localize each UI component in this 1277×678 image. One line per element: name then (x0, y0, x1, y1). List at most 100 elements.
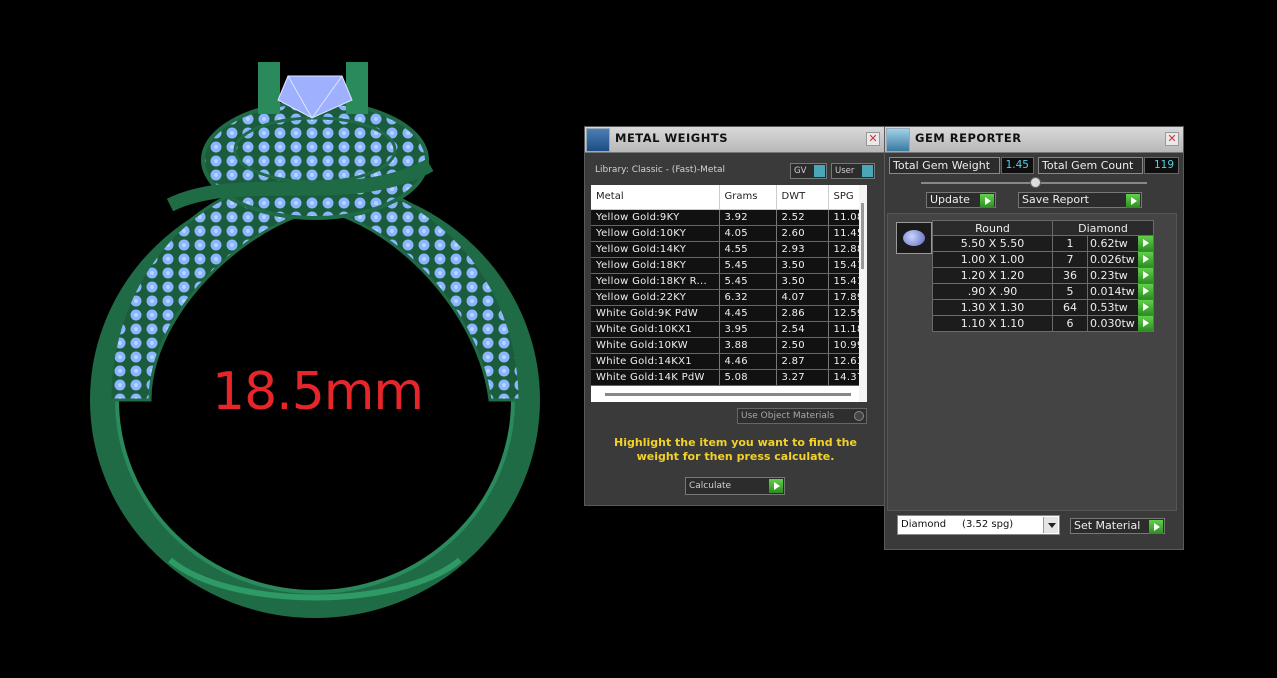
gem-table: Round Diamond 5.50 X 5.50 1 0.62tw 1.00 X … (932, 220, 1154, 332)
gem-weight: 0.026tw (1090, 253, 1135, 266)
gem-count: 36 (1052, 267, 1088, 284)
vertical-scrollbar[interactable] (859, 185, 867, 402)
spg: 11.45 (828, 225, 860, 242)
ring-size-label: 18.5mm (212, 362, 424, 422)
metal-list[interactable]: Metal Grams DWT SPG Yellow Gold:9KY 3.92 2… (591, 185, 867, 402)
save-report-button[interactable]: Save Report (1018, 192, 1142, 208)
gem-weight: 0.23tw (1090, 269, 1128, 282)
play-arrow-icon (980, 194, 994, 208)
metal-weights-icon (586, 128, 610, 152)
select-arrow-icon[interactable] (1138, 252, 1153, 267)
save-report-label: Save Report (1022, 193, 1089, 206)
chevron-down-icon[interactable] (1043, 517, 1058, 533)
update-button[interactable]: Update (926, 192, 996, 208)
grams: 4.55 (719, 241, 777, 258)
gem-thumbnail[interactable] (896, 222, 932, 254)
grams: 5.08 (719, 369, 777, 386)
table-row[interactable]: 5.50 X 5.50 1 0.62tw (932, 235, 1154, 252)
spg: 11.18 (828, 321, 860, 338)
gem-weight-cell: 0.53tw (1087, 299, 1154, 316)
select-arrow-icon[interactable] (1138, 316, 1153, 331)
material-dropdown[interactable]: Diamond (3.52 spg) (897, 515, 1060, 535)
gem-size: 1.10 X 1.10 (932, 315, 1053, 332)
dwt: 2.87 (776, 353, 829, 370)
table-row[interactable]: Yellow Gold:18KY R...5.453.5015.41 (591, 273, 860, 290)
gem-weight-cell: 0.23tw (1087, 267, 1154, 284)
scrollbar-thumb[interactable] (861, 203, 864, 269)
metal-name: Yellow Gold:9KY (591, 209, 720, 226)
table-row[interactable]: 1.00 X 1.00 7 0.026tw (932, 251, 1154, 268)
select-arrow-icon[interactable] (1138, 284, 1153, 299)
calculate-button[interactable]: Calculate (685, 477, 785, 495)
metal-name: White Gold:14K PdW (591, 369, 720, 386)
column-header-grams[interactable]: Grams (719, 185, 777, 210)
gem-size: 1.20 X 1.20 (932, 267, 1053, 284)
column-header-metal[interactable]: Metal (591, 185, 720, 210)
panel-splitter[interactable] (921, 177, 1147, 188)
radio-icon[interactable] (854, 411, 864, 421)
round-diamond-icon (903, 230, 925, 246)
column-header-spg[interactable]: SPG (828, 185, 860, 210)
close-icon[interactable]: ✕ (866, 132, 880, 146)
table-row[interactable]: Yellow Gold:18KY5.453.5015.41 (591, 257, 860, 274)
gem-reporter-title: GEM REPORTER (915, 131, 1022, 145)
gem-weight: 0.014tw (1090, 285, 1135, 298)
dwt: 2.52 (776, 209, 829, 226)
table-row[interactable]: White Gold:14K PdW5.083.2714.37 (591, 369, 860, 386)
table-row[interactable]: 1.30 X 1.30 64 0.53tw (932, 299, 1154, 316)
column-header-dwt[interactable]: DWT (776, 185, 829, 210)
table-row[interactable]: Yellow Gold:9KY3.922.5211.08 (591, 209, 860, 226)
spg: 11.08 (828, 209, 860, 226)
total-gem-count-value: 119 (1144, 157, 1179, 174)
spg: 15.41 (828, 273, 860, 290)
set-material-button[interactable]: Set Material (1070, 518, 1165, 534)
dwt: 2.54 (776, 321, 829, 338)
gem-weight: 0.030tw (1090, 317, 1135, 330)
table-row[interactable]: White Gold:9K PdW4.452.8612.59 (591, 305, 860, 322)
instruction-text: Highlight the item you want to find the … (614, 436, 857, 463)
dwt: 2.93 (776, 241, 829, 258)
total-gem-count-label: Total Gem Count (1038, 157, 1143, 174)
use-object-materials-option[interactable]: Use Object Materials (737, 408, 867, 424)
horizontal-scrollbar[interactable] (605, 393, 851, 396)
splitter-handle-icon[interactable] (1030, 177, 1041, 188)
metal-name: White Gold:9K PdW (591, 305, 720, 322)
total-gem-weight-value: 1.45 (1001, 157, 1034, 174)
metal-weights-titlebar[interactable]: METAL WEIGHTS ✕ (585, 127, 884, 153)
metal-table: Metal Grams DWT SPG Yellow Gold:9KY 3.92 2… (591, 185, 860, 386)
table-row[interactable]: Yellow Gold:10KY4.052.6011.45 (591, 225, 860, 242)
user-toggle-label: User (835, 166, 855, 176)
table-row[interactable]: White Gold:10KW3.882.5010.99 (591, 337, 860, 354)
table-row[interactable]: White Gold:10KX13.952.5411.18 (591, 321, 860, 338)
dwt: 3.50 (776, 273, 829, 290)
metal-name: Yellow Gold:14KY (591, 241, 720, 258)
select-arrow-icon[interactable] (1138, 268, 1153, 283)
user-toggle[interactable]: User (831, 163, 875, 179)
use-object-materials-label: Use Object Materials (741, 411, 835, 421)
material-dropdown-value: Diamond (3.52 spg) (901, 519, 1014, 530)
gem-weight-cell: 0.030tw (1087, 315, 1154, 332)
select-arrow-icon[interactable] (1138, 236, 1153, 251)
table-row[interactable]: Yellow Gold:14KY4.552.9312.88 (591, 241, 860, 258)
table-row[interactable]: 1.20 X 1.20 36 0.23tw (932, 267, 1154, 284)
gem-weight: 0.53tw (1090, 301, 1128, 314)
play-arrow-icon (769, 479, 783, 493)
gem-reporter-titlebar[interactable]: GEM REPORTER ✕ (885, 127, 1183, 153)
close-icon[interactable]: ✕ (1165, 132, 1179, 146)
gv-toggle[interactable]: GV (790, 163, 827, 179)
gem-count: 64 (1052, 299, 1088, 316)
table-row[interactable]: White Gold:14KX14.462.8712.63 (591, 353, 860, 370)
table-row[interactable]: 1.10 X 1.10 6 0.030tw (932, 315, 1154, 332)
spg: 12.59 (828, 305, 860, 322)
grams: 4.05 (719, 225, 777, 242)
table-row[interactable]: .90 X .90 5 0.014tw (932, 283, 1154, 300)
column-header-material: Diamond (1052, 220, 1154, 236)
grams: 5.45 (719, 257, 777, 274)
gem-count: 7 (1052, 251, 1088, 268)
spg: 15.41 (828, 257, 860, 274)
grams: 5.45 (719, 273, 777, 290)
library-label: Library: Classic - (Fast)-Metal (595, 165, 726, 175)
3d-viewport[interactable]: 18.5mm (0, 0, 580, 678)
table-row[interactable]: Yellow Gold:22KY6.324.0717.89 (591, 289, 860, 306)
select-arrow-icon[interactable] (1138, 300, 1153, 315)
